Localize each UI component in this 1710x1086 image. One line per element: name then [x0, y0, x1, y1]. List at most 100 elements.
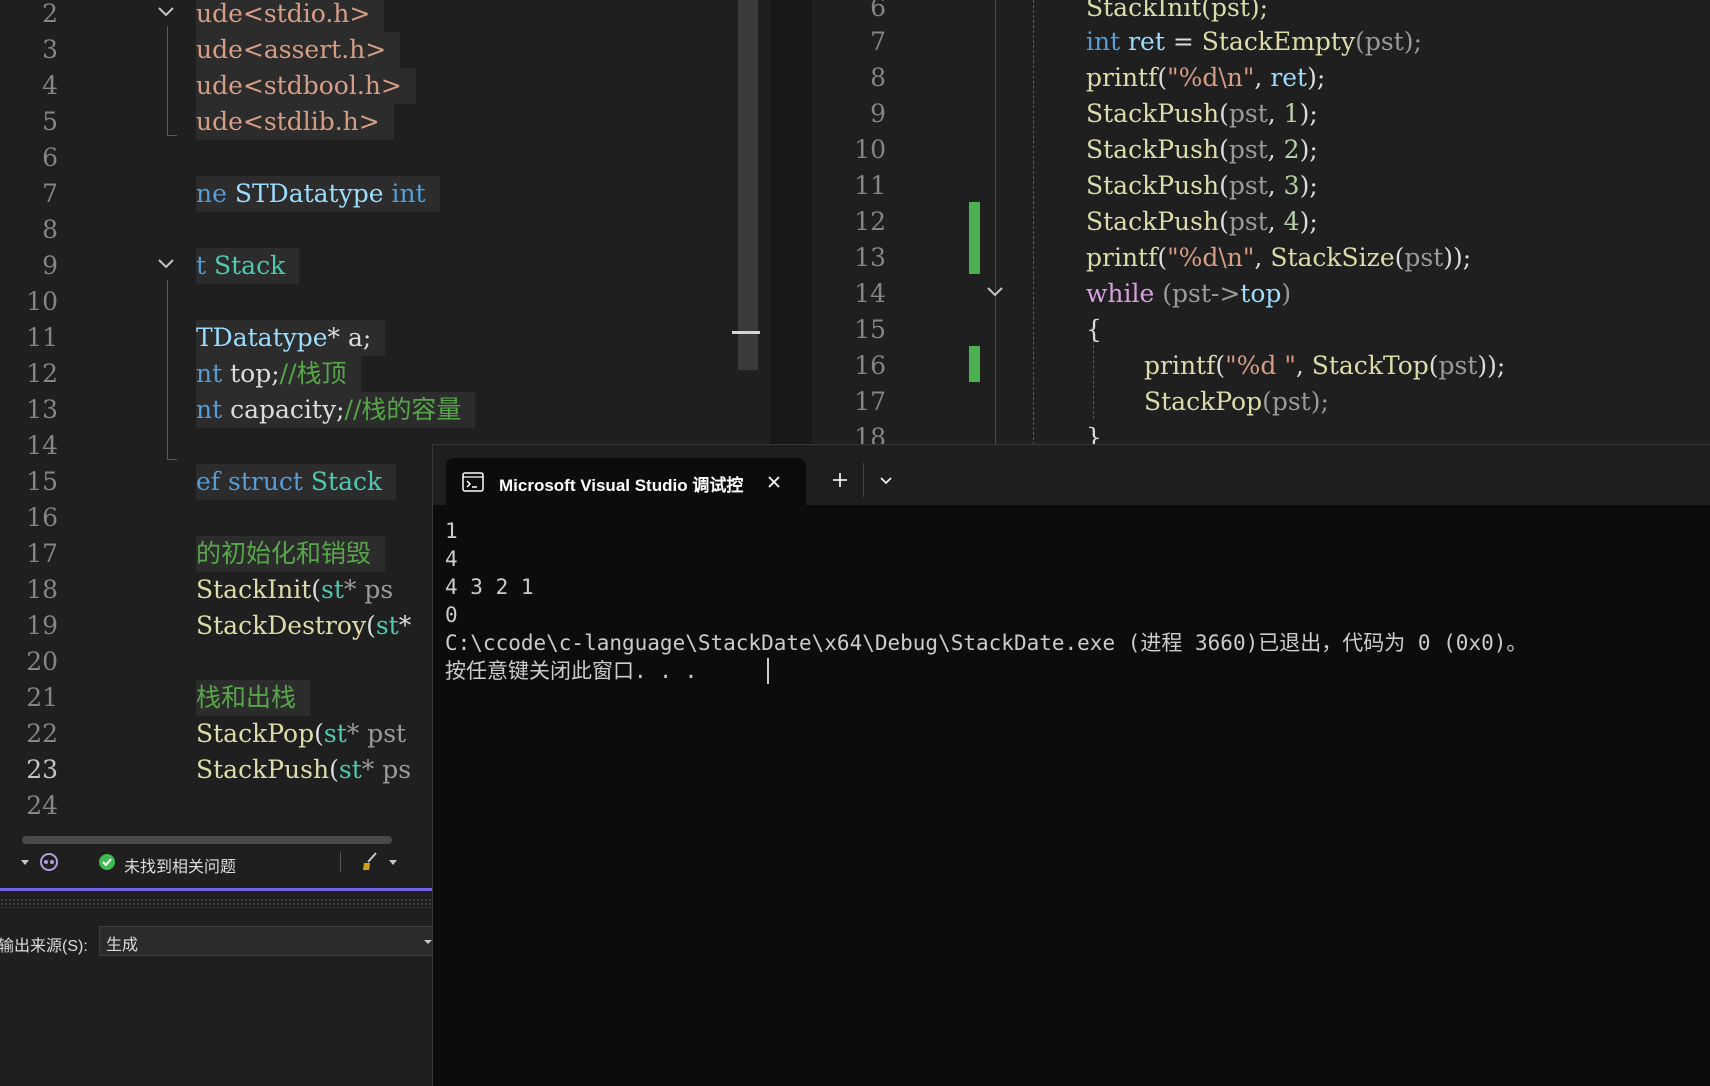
code-token: (	[314, 719, 324, 748]
code-token: (pst->	[1154, 279, 1241, 308]
code-token: ret	[1270, 63, 1308, 92]
change-marker	[969, 202, 980, 274]
line-number: 13	[854, 243, 886, 272]
line-number: 6	[42, 143, 58, 172]
panel-drag-handle[interactable]	[0, 898, 432, 908]
code-line: ne STDatatype int	[196, 176, 440, 212]
chevron-down-icon[interactable]	[18, 852, 32, 872]
fold-guide	[995, 0, 996, 445]
code-token: ret	[1128, 27, 1165, 56]
code-line: StackPush(pst, 4);	[1086, 207, 1318, 236]
code-line: StackDestroy(st*	[196, 608, 425, 644]
code-token: );	[1307, 63, 1326, 92]
code-token: nt	[196, 395, 223, 424]
line-number: 19	[26, 611, 58, 640]
copilot-icon[interactable]	[38, 851, 60, 873]
horizontal-scrollbar[interactable]	[22, 836, 392, 844]
debug-console-window[interactable]	[432, 444, 1710, 1086]
line-number-active: 23	[26, 755, 58, 784]
line-number: 7	[870, 27, 886, 56]
code-number: 2	[1283, 135, 1300, 164]
code-token: pst	[1228, 171, 1268, 200]
console-output-line: C:\ccode\c-language\StackDate\x64\Debug\…	[445, 631, 1528, 655]
console-tab[interactable]: Microsoft Visual Studio 调试控	[446, 458, 806, 506]
line-number: 13	[26, 395, 58, 424]
code-token: (	[366, 611, 376, 640]
console-output-line: 1	[445, 519, 458, 543]
code-number: 3	[1283, 171, 1300, 200]
line-number: 5	[42, 107, 58, 136]
code-line: StackPush(pst, 3);	[1086, 171, 1318, 200]
code-token: =	[1164, 27, 1202, 56]
new-tab-plus-icon[interactable]	[830, 470, 850, 490]
code-token: pst	[1438, 351, 1478, 380]
line-number: 21	[26, 683, 58, 712]
line-number: 17	[854, 387, 886, 416]
code-line: nt capacity;//栈的容量	[196, 392, 476, 428]
change-marker	[969, 346, 980, 382]
output-source-value: 生成	[106, 937, 139, 954]
code-line: ude<stdbool.h>	[196, 68, 416, 104]
line-number: 14	[26, 431, 58, 460]
code-line: int ret = StackEmpty(pst);	[1086, 24, 1422, 60]
code-line: nt top;//栈顶	[196, 356, 361, 392]
code-token: printf	[1086, 63, 1158, 92]
code-token: (	[329, 755, 339, 784]
console-tab-title: Microsoft Visual Studio 调试控	[499, 476, 744, 495]
console-output-line: 0	[445, 603, 458, 627]
code-token: StackTop	[1311, 351, 1429, 380]
code-token: StackSize	[1270, 243, 1395, 272]
fold-guide	[167, 26, 168, 136]
code-line: printf("%d\n", StackSize(pst));	[1086, 243, 1472, 272]
chevron-down-icon[interactable]	[876, 470, 896, 490]
indent-guide	[1033, 0, 1034, 445]
code-string: "%d\n"	[1167, 243, 1255, 272]
code-line: ude<stdio.h>	[196, 0, 385, 32]
fold-chevron-icon[interactable]	[985, 282, 1005, 302]
code-token: Stack	[214, 251, 286, 280]
code-line: StackPop(pst);	[1144, 384, 1329, 420]
code-token: * pst	[346, 719, 407, 748]
code-token: ef	[196, 467, 228, 496]
output-source-dropdown[interactable]: 生成	[99, 926, 434, 956]
code-token: * ps	[361, 755, 412, 784]
code-token: (	[311, 575, 322, 604]
code-cleanup-brush-icon[interactable]	[360, 850, 382, 872]
code-token: st	[375, 611, 399, 640]
console-output-line: 按任意键关闭此窗口. . .	[445, 659, 698, 683]
fold-guide-end	[167, 459, 177, 460]
editor-status-bar: 未找到相关问题	[0, 846, 432, 878]
panel-accent-line	[0, 888, 432, 891]
fold-chevron-icon[interactable]	[156, 2, 176, 22]
code-token: st	[323, 719, 347, 748]
code-token: StackPop	[196, 719, 315, 748]
fold-chevron-icon[interactable]	[156, 254, 176, 274]
no-issues-label[interactable]: 未找到相关问题	[124, 853, 236, 877]
line-number: 11	[854, 171, 886, 200]
code-token: top	[1240, 279, 1282, 308]
code-line: ude<stdlib.h>	[196, 104, 394, 140]
code-token: st	[321, 575, 344, 604]
code-token: int	[1086, 27, 1121, 56]
code-token: TDatatype	[196, 323, 328, 352]
code-line: printf("%d\n", ret);	[1086, 60, 1325, 96]
line-number: 4	[42, 71, 58, 100]
code-token: StackDestroy	[196, 611, 367, 640]
code-token: nt	[196, 359, 223, 388]
code-line: StackPush(pst, 1);	[1086, 99, 1318, 128]
code-line: while (pst->top)	[1086, 276, 1291, 312]
vertical-scrollbar[interactable]	[738, 0, 758, 370]
code-token: pst	[1228, 135, 1268, 164]
scrollbar-caret-marker	[732, 331, 760, 334]
code-token: StackEmpty	[1201, 27, 1356, 56]
code-number: 1	[1283, 99, 1300, 128]
line-number: 15	[854, 315, 886, 344]
code-token: ,	[1254, 63, 1271, 92]
code-line: StackPush(pst, 2);	[1086, 135, 1318, 164]
code-token: StackInit	[196, 575, 312, 604]
close-icon[interactable]	[764, 472, 784, 492]
code-token: Stack	[302, 467, 383, 496]
line-number: 18	[26, 575, 58, 604]
chevron-down-icon[interactable]	[386, 852, 400, 872]
line-number: 3	[42, 35, 58, 64]
